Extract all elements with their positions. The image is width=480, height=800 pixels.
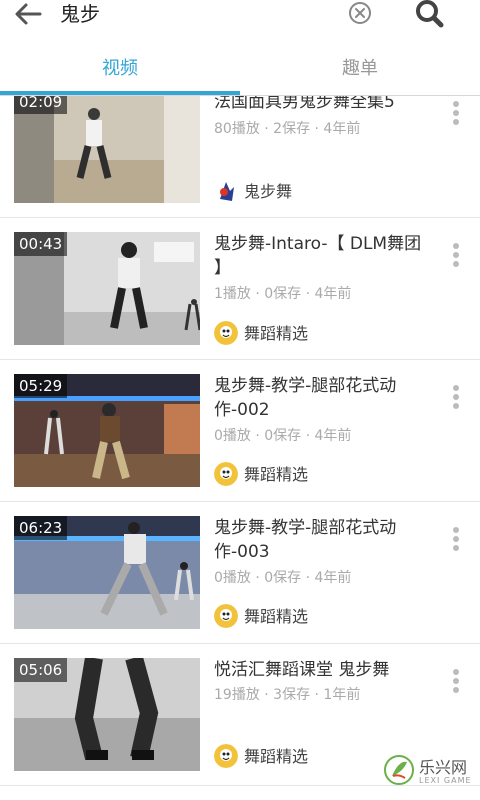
watermark-text: 乐兴网	[419, 758, 468, 777]
watermark-logo-icon	[384, 755, 414, 785]
more-options-icon[interactable]	[446, 382, 466, 414]
video-stats: 19播放 · 3保存 · 1年前	[214, 687, 361, 703]
more-options-icon[interactable]	[446, 524, 466, 556]
app-screen: 鬼步 视频 趣单 02:09 法国面具男鬼步舞全集5 80播放 · 2保存 · …	[0, 0, 480, 800]
video-list: 02:09 法国面具男鬼步舞全集5 80播放 · 2保存 · 4年前 鬼步舞 0…	[0, 96, 480, 800]
video-title[interactable]: 法国面具男鬼步舞全集5	[214, 96, 432, 114]
video-thumbnail[interactable]: 06:23	[14, 516, 200, 629]
video-item[interactable]: 00:43 鬼步舞-Intaro-【 DLM舞团 】 1播放 · 0保存 · 4…	[0, 218, 480, 360]
tab-videos[interactable]: 视频	[0, 44, 240, 92]
channel-name: 鬼步舞	[244, 182, 293, 201]
watermark: 乐兴网 LEXI GAME	[383, 752, 475, 792]
tab-bar: 视频 趣单	[0, 44, 480, 96]
video-thumbnail[interactable]: 00:43	[14, 232, 200, 345]
video-title[interactable]: 鬼步舞-教学-腿部花式动作-002	[214, 374, 432, 422]
search-icon[interactable]	[412, 0, 448, 28]
watermark-subtext: LEXI GAME	[419, 776, 472, 785]
video-duration: 00:43	[14, 232, 68, 256]
search-query[interactable]: 鬼步	[60, 0, 100, 28]
video-stats: 80播放 · 2保存 · 4年前	[214, 121, 361, 137]
video-duration: 05:06	[14, 658, 68, 682]
more-options-icon[interactable]	[446, 666, 466, 698]
video-item[interactable]: 02:09 法国面具男鬼步舞全集5 80播放 · 2保存 · 4年前 鬼步舞	[0, 96, 480, 218]
video-title[interactable]: 鬼步舞-教学-腿部花式动作-003	[214, 516, 432, 564]
video-stats: 0播放 · 0保存 · 4年前	[214, 428, 352, 444]
video-thumbnail[interactable]: 05:29	[14, 374, 200, 487]
video-thumbnail[interactable]: 02:09	[14, 96, 200, 203]
search-bar: 鬼步	[0, 0, 480, 44]
video-item[interactable]: 06:23 鬼步舞-教学-腿部花式动作-003 0播放 · 0保存 · 4年前 …	[0, 502, 480, 644]
more-options-icon[interactable]	[446, 240, 466, 272]
clear-icon[interactable]	[348, 1, 372, 25]
channel-name: 舞蹈精选	[244, 465, 309, 484]
tab-lists[interactable]: 趣单	[240, 44, 480, 92]
video-duration: 02:09	[14, 96, 68, 114]
channel-avatar	[214, 462, 238, 486]
video-thumbnail[interactable]: 05:06	[14, 658, 200, 771]
channel-avatar	[214, 179, 238, 203]
video-duration: 05:29	[14, 374, 68, 398]
tab-indicator	[0, 91, 240, 95]
channel-avatar	[214, 604, 238, 628]
video-duration: 06:23	[14, 516, 68, 540]
more-options-icon[interactable]	[446, 98, 466, 130]
video-title[interactable]: 悦活汇舞蹈课堂 鬼步舞	[214, 658, 432, 682]
channel-name: 舞蹈精选	[244, 324, 309, 343]
channel-name: 舞蹈精选	[244, 607, 309, 626]
video-stats: 1播放 · 0保存 · 4年前	[214, 286, 352, 302]
video-stats: 0播放 · 0保存 · 4年前	[214, 570, 352, 586]
video-title[interactable]: 鬼步舞-Intaro-【 DLM舞团 】	[214, 232, 432, 280]
channel-name: 舞蹈精选	[244, 747, 309, 766]
video-item[interactable]: 05:29 鬼步舞-教学-腿部花式动作-002 0播放 · 0保存 · 4年前 …	[0, 360, 480, 502]
channel-avatar	[214, 744, 238, 768]
back-arrow-icon[interactable]	[10, 0, 46, 30]
channel-avatar	[214, 321, 238, 345]
